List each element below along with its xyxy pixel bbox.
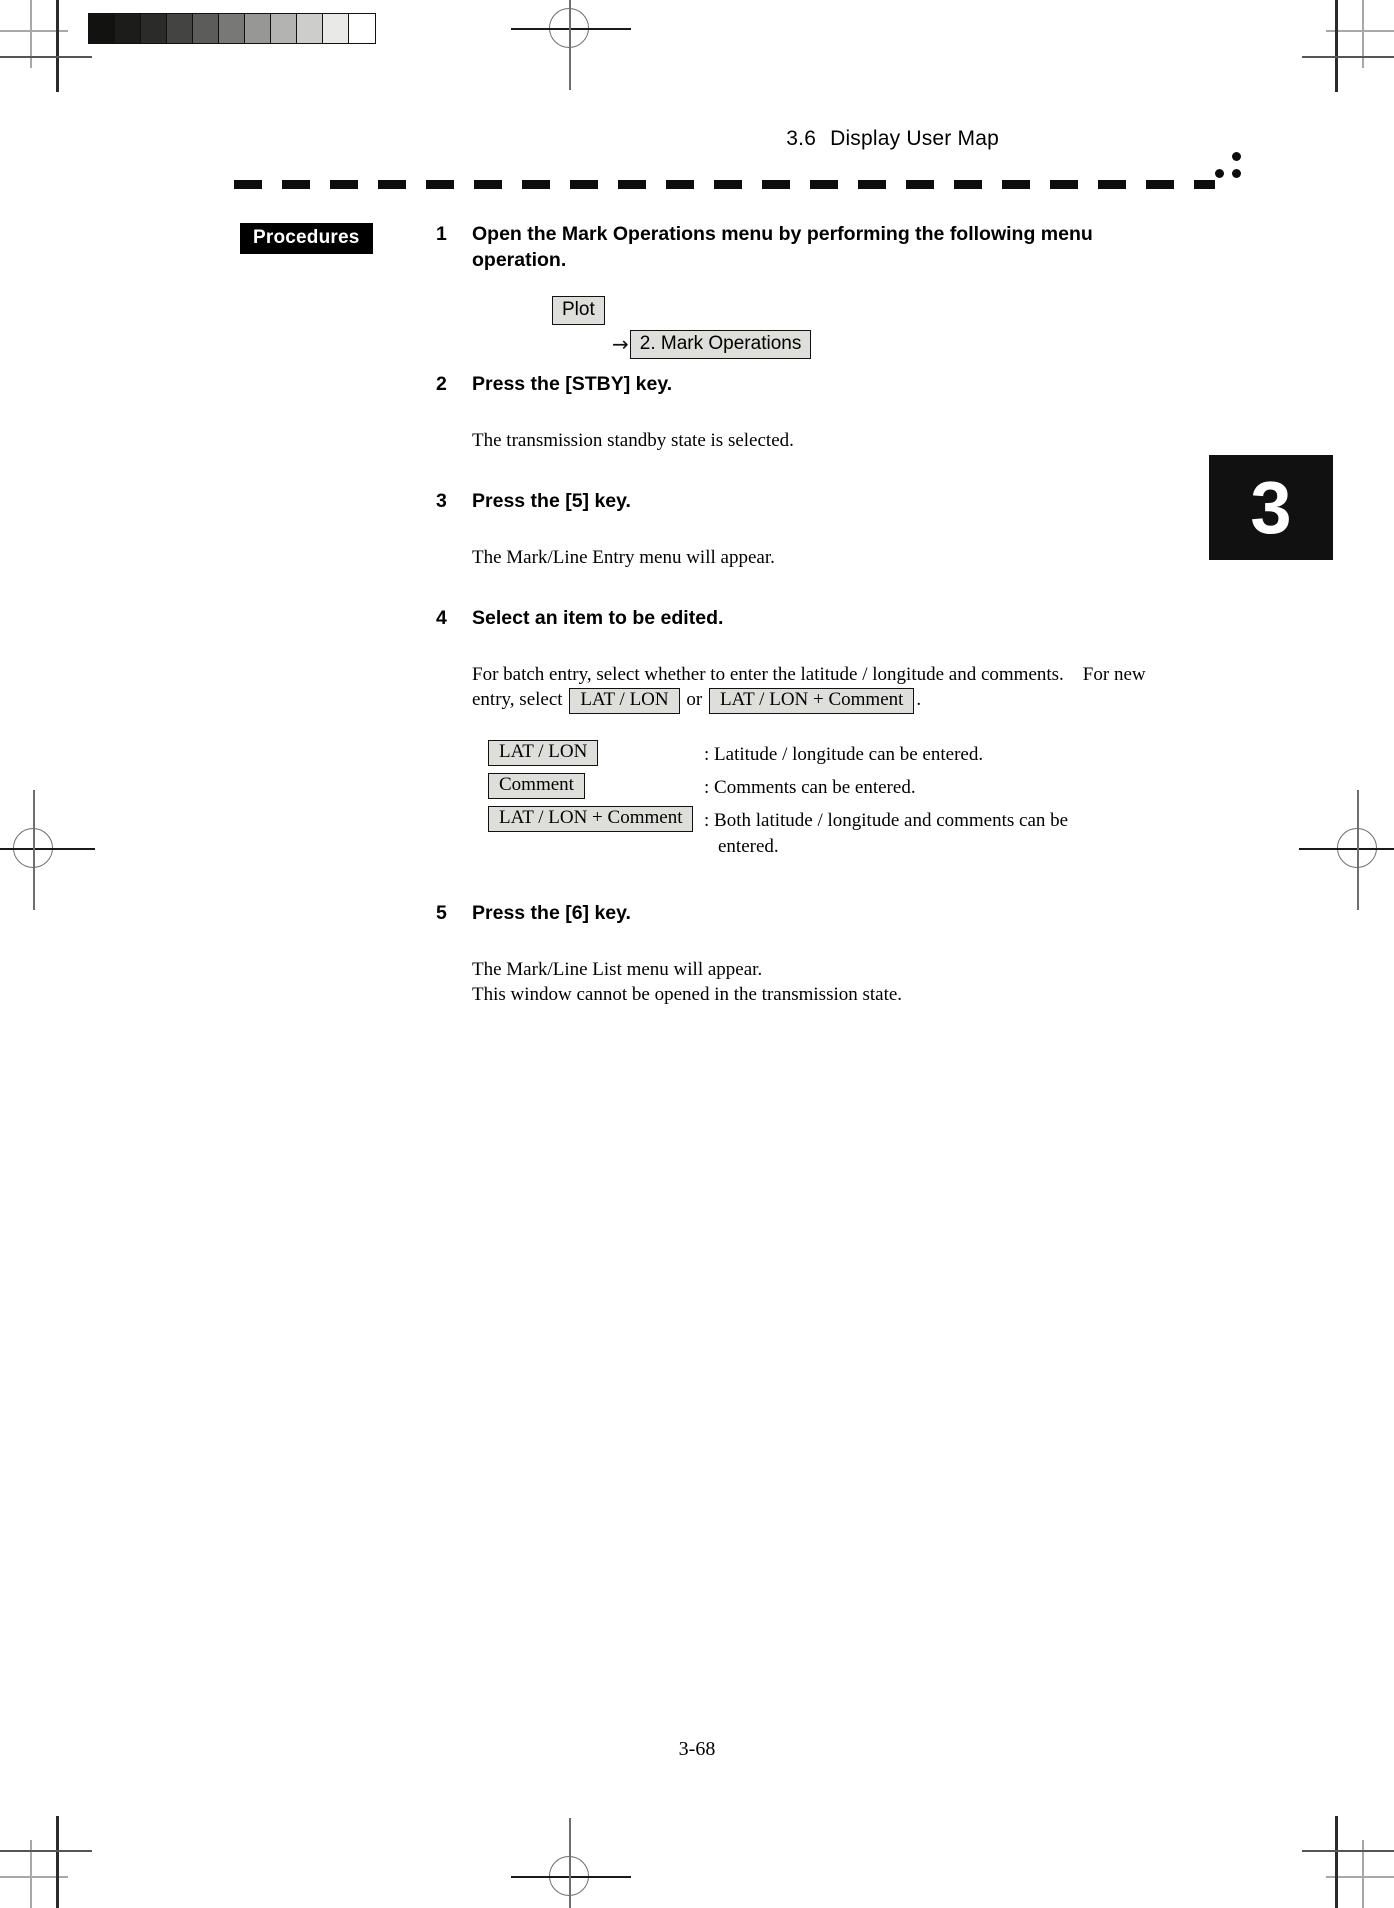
step-body-text: The Mark/Line Entry menu will appear. <box>472 546 775 568</box>
menu-button-mark-operations[interactable]: 2. Mark Operations <box>629 329 812 359</box>
grayscale-swatch-10 <box>349 14 375 43</box>
procedure-step-1: 1 Open the Mark Operations menu by perfo… <box>436 222 1176 372</box>
grayscale-swatch-5 <box>219 14 245 43</box>
step-number: 4 <box>436 607 447 630</box>
option-description-line2: entered. <box>718 835 779 857</box>
grayscale-swatch-9 <box>323 14 349 43</box>
keybox-lat-lon-comment[interactable]: LAT / LON + Comment <box>488 806 694 833</box>
option-description: : Both latitude / longitude and comments… <box>704 806 1176 858</box>
crop-mark-bottom-right <box>1294 1808 1394 1908</box>
option-term-wrap: LAT / LON <box>472 740 704 767</box>
grayscale-calibration-strip <box>88 13 376 44</box>
crop-mark-top-left <box>0 0 100 100</box>
registration-mark-right <box>1299 790 1394 910</box>
crop-mark-top-right <box>1294 0 1394 100</box>
step4-text-period: . <box>916 689 922 711</box>
running-header: 3.6 Display User Map <box>786 127 999 151</box>
step-title: Press the [5] key. <box>472 490 631 513</box>
step-number: 2 <box>436 372 447 395</box>
grayscale-swatch-3 <box>167 14 193 43</box>
step-title: Open the Mark Operations menu by perform… <box>472 223 1093 271</box>
registration-mark-left <box>0 790 95 910</box>
step-heading: 5 Press the [6] key. <box>436 901 1176 927</box>
step-heading: 3 Press the [5] key. <box>436 489 1176 515</box>
step-heading: 4 Select an item to be edited. <box>436 606 1176 632</box>
registration-mark-top <box>511 0 631 90</box>
option-description: : Latitude / longitude can be entered. <box>704 744 984 766</box>
step-body-text: For batch entry, select whether to enter… <box>472 662 1176 715</box>
grayscale-swatch-1 <box>115 14 141 43</box>
document-page: 3.6 Display User Map 3 Procedures 1 Open … <box>0 0 1394 1908</box>
menu-path-arrow-icon: → <box>612 332 629 357</box>
registration-mark-bottom <box>511 1818 631 1908</box>
procedure-step-3: 3 Press the [5] key. The Mark/Line Entry… <box>436 489 1176 570</box>
header-dashed-rule <box>234 180 1215 189</box>
keybox-lat-lon[interactable]: LAT / LON <box>488 740 599 767</box>
step-title: Press the [6] key. <box>472 901 631 924</box>
grayscale-swatch-7 <box>271 14 297 43</box>
step-heading: 1 Open the Mark Operations menu by perfo… <box>436 222 1176 274</box>
step-body-text: The transmission standby state is select… <box>472 429 794 451</box>
step-title: Select an item to be edited. <box>472 607 724 630</box>
page-number: 3-68 <box>678 1738 716 1760</box>
step-body-text: The Mark/Line List menu will appear. Thi… <box>472 957 1176 1008</box>
step-number: 1 <box>436 223 447 245</box>
step5-body-line1: The Mark/Line List menu will appear. <box>472 958 763 980</box>
keybox-lat-lon-comment-inline[interactable]: LAT / LON + Comment <box>708 688 915 715</box>
step-title: Press the [STBY] key. <box>472 372 673 395</box>
procedure-step-2: 2 Press the [STBY] key. The transmission… <box>436 372 1176 453</box>
chapter-thumb-tab: 3 <box>1209 455 1333 560</box>
crop-mark-bottom-left <box>0 1808 100 1908</box>
step4-text-or: or <box>686 689 703 711</box>
header-section-title: Display User Map <box>830 127 999 150</box>
menu-button-plot[interactable]: Plot <box>552 295 605 325</box>
procedure-steps-list: 1 Open the Mark Operations menu by perfo… <box>436 222 1176 1007</box>
option-term-wrap: Comment <box>472 773 704 800</box>
procedures-badge: Procedures <box>240 223 373 254</box>
header-section-number: 3.6 <box>786 127 817 150</box>
step-number: 3 <box>436 490 447 513</box>
header-dots-ornament <box>1212 152 1248 184</box>
option-row: LAT / LON : Latitude / longitude can be … <box>472 740 1176 767</box>
keybox-comment[interactable]: Comment <box>488 773 585 800</box>
step-number: 5 <box>436 901 447 924</box>
grayscale-swatch-2 <box>141 14 167 43</box>
grayscale-swatch-6 <box>245 14 271 43</box>
option-description-line1: : Both latitude / longitude and comments… <box>704 810 1069 832</box>
step5-body-line2: This window cannot be opened in the tran… <box>472 983 903 1005</box>
option-definition-list: LAT / LON : Latitude / longitude can be … <box>472 740 1176 858</box>
keybox-lat-lon-inline[interactable]: LAT / LON <box>569 688 680 715</box>
procedure-step-4: 4 Select an item to be edited. For batch… <box>436 606 1176 858</box>
option-row: LAT / LON + Comment : Both latitude / lo… <box>472 806 1176 858</box>
step-heading: 2 Press the [STBY] key. <box>436 372 1176 398</box>
option-row: Comment : Comments can be entered. <box>472 773 1176 800</box>
procedure-step-5: 5 Press the [6] key. The Mark/Line List … <box>436 901 1176 1007</box>
grayscale-swatch-0 <box>89 14 115 43</box>
menu-path-diagram: Plot → 2. Mark Operations <box>472 295 1176 372</box>
grayscale-swatch-8 <box>297 14 323 43</box>
option-term-wrap: LAT / LON + Comment <box>472 806 704 833</box>
option-description: : Comments can be entered. <box>704 777 916 799</box>
grayscale-swatch-4 <box>193 14 219 43</box>
